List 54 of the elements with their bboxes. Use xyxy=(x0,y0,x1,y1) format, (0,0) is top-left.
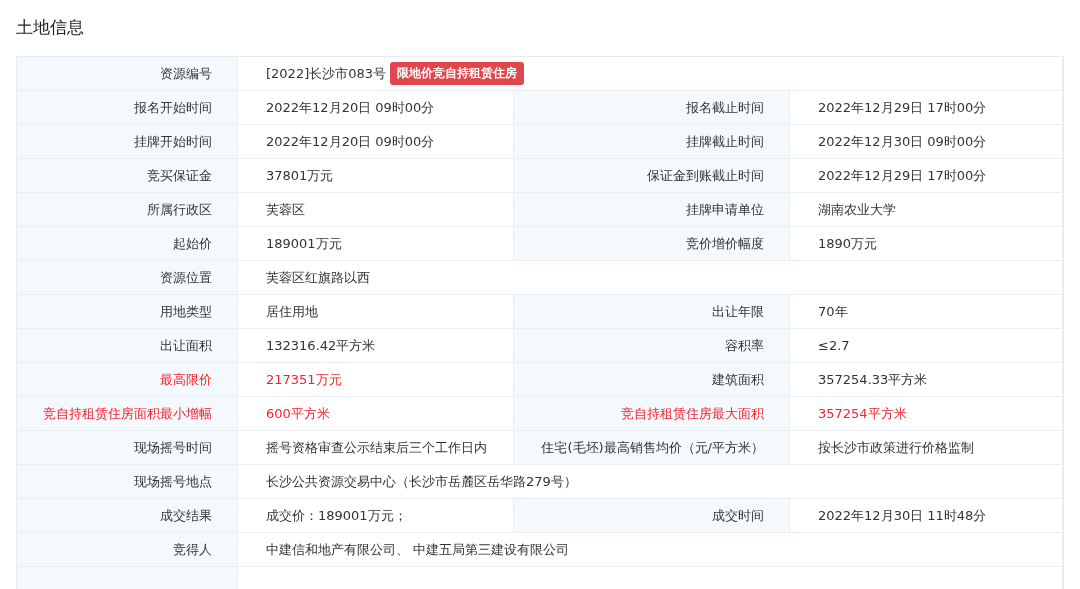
field-label: 竞自持租赁住房面积最小增幅 xyxy=(43,404,212,423)
field-value: 成交价：189001万元； xyxy=(266,506,407,525)
section-title: 土地信息 xyxy=(16,16,85,39)
field-label: 出让面积 xyxy=(160,336,212,355)
field-value: 2022年12月29日 17时00分 xyxy=(818,166,987,185)
field-value: 中建信和地产有限公司、 中建五局第三建设有限公司 xyxy=(266,540,570,559)
field-label: 出让年限 xyxy=(712,302,764,321)
field-value: 1890万元 xyxy=(818,234,878,253)
field-label: 报名截止时间 xyxy=(686,98,764,117)
field-value: 37801万元 xyxy=(266,166,334,185)
field-value: 2022年12月29日 17时00分 xyxy=(818,98,987,117)
field-label: 现场摇号地点 xyxy=(134,472,212,491)
field-value: 居住用地 xyxy=(266,302,318,321)
field-label: 竞价增价幅度 xyxy=(686,234,764,253)
field-value: 357254.33平方米 xyxy=(818,370,928,389)
field-label: 报名开始时间 xyxy=(134,98,212,117)
field-value: [2022]长沙市083号 xyxy=(266,64,387,83)
field-value: 132316.42平方米 xyxy=(266,336,376,355)
field-value: 摇号资格审查公示结束后三个工作日内 xyxy=(266,438,487,457)
field-value: 芙蓉区 xyxy=(266,200,305,219)
field-label: 现场摇号时间 xyxy=(134,438,212,457)
field-value: 357254平方米 xyxy=(818,404,907,423)
field-value: 70年 xyxy=(818,302,848,321)
field-value: 湖南农业大学 xyxy=(818,200,896,219)
field-value: 189001万元 xyxy=(266,234,342,253)
field-label: 竞自持租赁住房最大面积 xyxy=(621,404,764,423)
field-label: 资源编号 xyxy=(160,64,212,83)
field-value: 2022年12月20日 09时00分 xyxy=(266,98,435,117)
field-label: 用地类型 xyxy=(160,302,212,321)
field-value: 217351万元 xyxy=(266,370,342,389)
field-value: 2022年12月30日 11时48分 xyxy=(818,506,987,525)
field-label: 资源位置 xyxy=(160,268,212,287)
field-label: 竞得人 xyxy=(173,540,212,559)
field-value: ≤2.7 xyxy=(818,338,850,353)
field-label: 竞买保证金 xyxy=(147,166,212,185)
field-label: 所属行政区 xyxy=(147,200,212,219)
field-value: 2022年12月30日 09时00分 xyxy=(818,132,987,151)
field-value: 芙蓉区红旗路以西 xyxy=(266,268,370,287)
field-label: 成交时间 xyxy=(712,506,764,525)
field-value: 2022年12月20日 09时00分 xyxy=(266,132,435,151)
tag-badge: 限地价竞自持租赁住房 xyxy=(390,62,525,85)
field-label: 最高限价 xyxy=(160,370,212,389)
field-label: 保证金到账截止时间 xyxy=(647,166,764,185)
field-value: 600平方米 xyxy=(266,404,330,423)
field-label: 建筑面积 xyxy=(712,370,764,389)
field-label: 成交结果 xyxy=(160,506,212,525)
field-label: 起始价 xyxy=(173,234,212,253)
field-label: 容积率 xyxy=(725,336,764,355)
field-label: 挂牌申请单位 xyxy=(686,200,764,219)
field-label: 住宅(毛坯)最高销售均价（元/平方米） xyxy=(541,438,764,457)
field-label: 挂牌截止时间 xyxy=(686,132,764,151)
field-value: 按长沙市政策进行价格监制 xyxy=(818,438,974,457)
field-label: 挂牌开始时间 xyxy=(134,132,212,151)
field-value: 长沙公共资源交易中心（长沙市岳麓区岳华路279号） xyxy=(266,472,577,491)
